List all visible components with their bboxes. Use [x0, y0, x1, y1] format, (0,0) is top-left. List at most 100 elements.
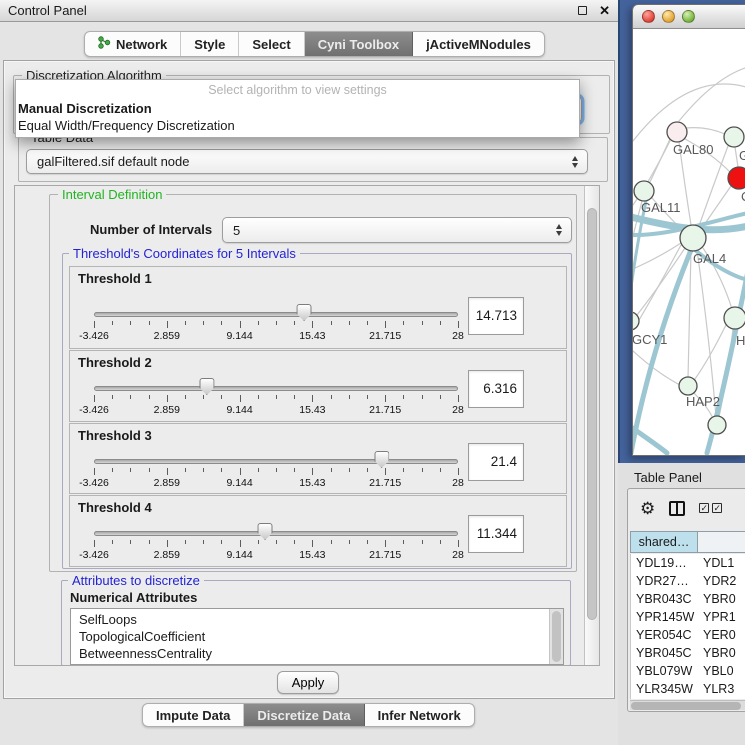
cell-shared-name: YDL19… [631, 554, 699, 572]
combo-arrows-icon [556, 224, 562, 236]
close-traffic-light[interactable] [642, 10, 655, 23]
float-window-icon[interactable] [578, 6, 587, 15]
threshold-1-slider[interactable]: -3.4262.8599.14415.4321.71528 [94, 303, 458, 343]
tab-discretize-data[interactable]: Discretize Data [244, 704, 364, 726]
slider-track[interactable] [94, 386, 458, 391]
table-row[interactable]: YBL079WYBL0 [631, 662, 745, 680]
table-data-combobox[interactable]: galFiltered.sif default node [26, 149, 588, 174]
slider-tick [458, 540, 459, 547]
threshold-2-slider[interactable]: -3.4262.8599.14415.4321.71528 [94, 377, 458, 417]
settings-vertical-scrollbar[interactable] [584, 186, 599, 665]
apply-button[interactable]: Apply [277, 671, 339, 694]
zoom-traffic-light[interactable] [682, 10, 695, 23]
threshold-1-box: Threshold 1-3.4262.8599.14415.4321.71528… [69, 266, 567, 349]
slider-tick-label: 2.859 [154, 477, 180, 489]
attribute-item[interactable]: TopologicalCoefficient [79, 628, 563, 645]
threshold-4-value-field[interactable]: 11.344 [468, 515, 524, 553]
table-panel-title: Table Panel [634, 470, 702, 485]
network-node-H[interactable] [724, 307, 745, 329]
slider-track[interactable] [94, 312, 458, 317]
scrollbar-thumb[interactable] [552, 611, 561, 662]
threshold-1-value-field[interactable]: 14.713 [468, 297, 524, 335]
number-of-intervals-combobox[interactable]: 5 [222, 217, 572, 243]
network-node-GAL4[interactable] [680, 225, 706, 251]
threshold-3-slider[interactable]: -3.4262.8599.14415.4321.71528 [94, 450, 458, 490]
slider-tick [258, 395, 259, 399]
table-horizontal-scrollbar[interactable] [630, 700, 745, 710]
slider-tick [185, 395, 186, 399]
cell-name: YER0 [699, 626, 745, 644]
slider-tick [331, 395, 332, 399]
table-row[interactable]: YPR145WYPR1 [631, 608, 745, 626]
attributes-list-scrollbar[interactable] [549, 609, 563, 664]
table-toolbar: ⚙ ✓ ✓ [628, 493, 745, 523]
threshold-2-slider-thumb[interactable] [199, 378, 214, 395]
popup-item-equal-width-frequency[interactable]: Equal Width/Frequency Discretization [16, 117, 579, 134]
checkbox-icon[interactable]: ✓ [699, 503, 709, 513]
table-row[interactable]: YDL19…YDL1 [631, 554, 745, 572]
slider-tick [276, 468, 277, 472]
tab-jactivemnodules[interactable]: jActiveMNodules [413, 32, 544, 56]
popup-item-manual-discretization[interactable]: Manual Discretization [16, 100, 579, 117]
threshold-3-slider-thumb[interactable] [374, 451, 389, 468]
slider-track[interactable] [94, 531, 458, 536]
slider-track[interactable] [94, 459, 458, 464]
attribute-item[interactable]: SelfLoops [79, 611, 563, 628]
network-node-G[interactable] [724, 127, 744, 147]
network-node-GCY1[interactable] [633, 312, 639, 330]
table-row[interactable]: YDR27…YDR2 [631, 572, 745, 590]
cell-name: YBL0 [699, 662, 745, 680]
scrollbar-thumb[interactable] [631, 702, 741, 710]
network-edge [697, 250, 716, 417]
column-header-shared-name[interactable]: shared… [630, 531, 698, 553]
network-node-C[interactable] [728, 167, 745, 189]
threshold-1-slider-thumb[interactable] [297, 304, 312, 321]
checkbox-icon[interactable]: ✓ [712, 503, 722, 513]
table-row[interactable]: YIL052CYIL0 [631, 698, 745, 699]
threshold-4-slider[interactable]: -3.4262.8599.14415.4321.71528 [94, 522, 458, 562]
network-node-HAP2[interactable] [679, 377, 697, 395]
screen: Control Panel ✕ Network Style Select Cyn… [0, 0, 745, 745]
slider-tick [367, 468, 368, 472]
column-visibility-icons: ✓ ✓ [699, 503, 722, 513]
slider-tick-label: 9.144 [226, 549, 252, 561]
column-header-name[interactable]: n [698, 531, 745, 553]
network-node-label: H [736, 333, 745, 348]
table-row[interactable]: YBR045CYBR0 [631, 644, 745, 662]
threshold-2-value-field[interactable]: 6.316 [468, 370, 524, 408]
cell-shared-name: YBR045C [631, 644, 699, 662]
slider-tick-label: 21.715 [369, 404, 401, 416]
network-node-unlabeled[interactable] [708, 416, 726, 434]
tab-impute-data[interactable]: Impute Data [143, 704, 244, 726]
scrollbar-thumb[interactable] [587, 208, 597, 620]
tab-infer-network[interactable]: Infer Network [365, 704, 474, 726]
slider-tick [130, 321, 131, 325]
threshold-2-box: Threshold 2-3.4262.8599.14415.4321.71528… [69, 350, 567, 422]
close-icon[interactable]: ✕ [599, 3, 610, 19]
gear-icon[interactable]: ⚙ [640, 500, 655, 517]
tab-cyni-toolbox[interactable]: Cyni Toolbox [305, 32, 413, 56]
split-columns-icon[interactable] [669, 501, 685, 516]
tab-select[interactable]: Select [239, 32, 304, 56]
network-node-GAL80[interactable] [667, 122, 687, 142]
slider-tick [221, 540, 222, 544]
cell-name: YLR3 [699, 680, 745, 698]
slider-tick [312, 540, 313, 547]
control-panel-titlebar: Control Panel ✕ [0, 0, 618, 22]
table-row[interactable]: YER054CYER0 [631, 626, 745, 644]
threshold-4-box: Threshold 4-3.4262.8599.14415.4321.71528… [69, 495, 567, 567]
settings-scrollpane: Interval Definition Number of Intervals … [14, 185, 600, 666]
cell-name: YDL1 [699, 554, 745, 572]
slider-tick [294, 540, 295, 544]
table-row[interactable]: YBR043CYBR0 [631, 590, 745, 608]
threshold-3-value-field[interactable]: 21.4 [468, 443, 524, 481]
tab-network[interactable]: Network [85, 32, 181, 56]
attribute-item[interactable]: BetweennessCentrality [79, 645, 563, 662]
tab-style[interactable]: Style [181, 32, 239, 56]
slider-tick [112, 395, 113, 399]
network-canvas[interactable]: GAL80GCGAL11GAL4GCY1HHAP2 [633, 29, 745, 455]
threshold-4-slider-thumb[interactable] [258, 523, 273, 540]
table-row[interactable]: YLR345WYLR3 [631, 680, 745, 698]
minimize-traffic-light[interactable] [662, 10, 675, 23]
network-node-GAL11[interactable] [634, 181, 654, 201]
